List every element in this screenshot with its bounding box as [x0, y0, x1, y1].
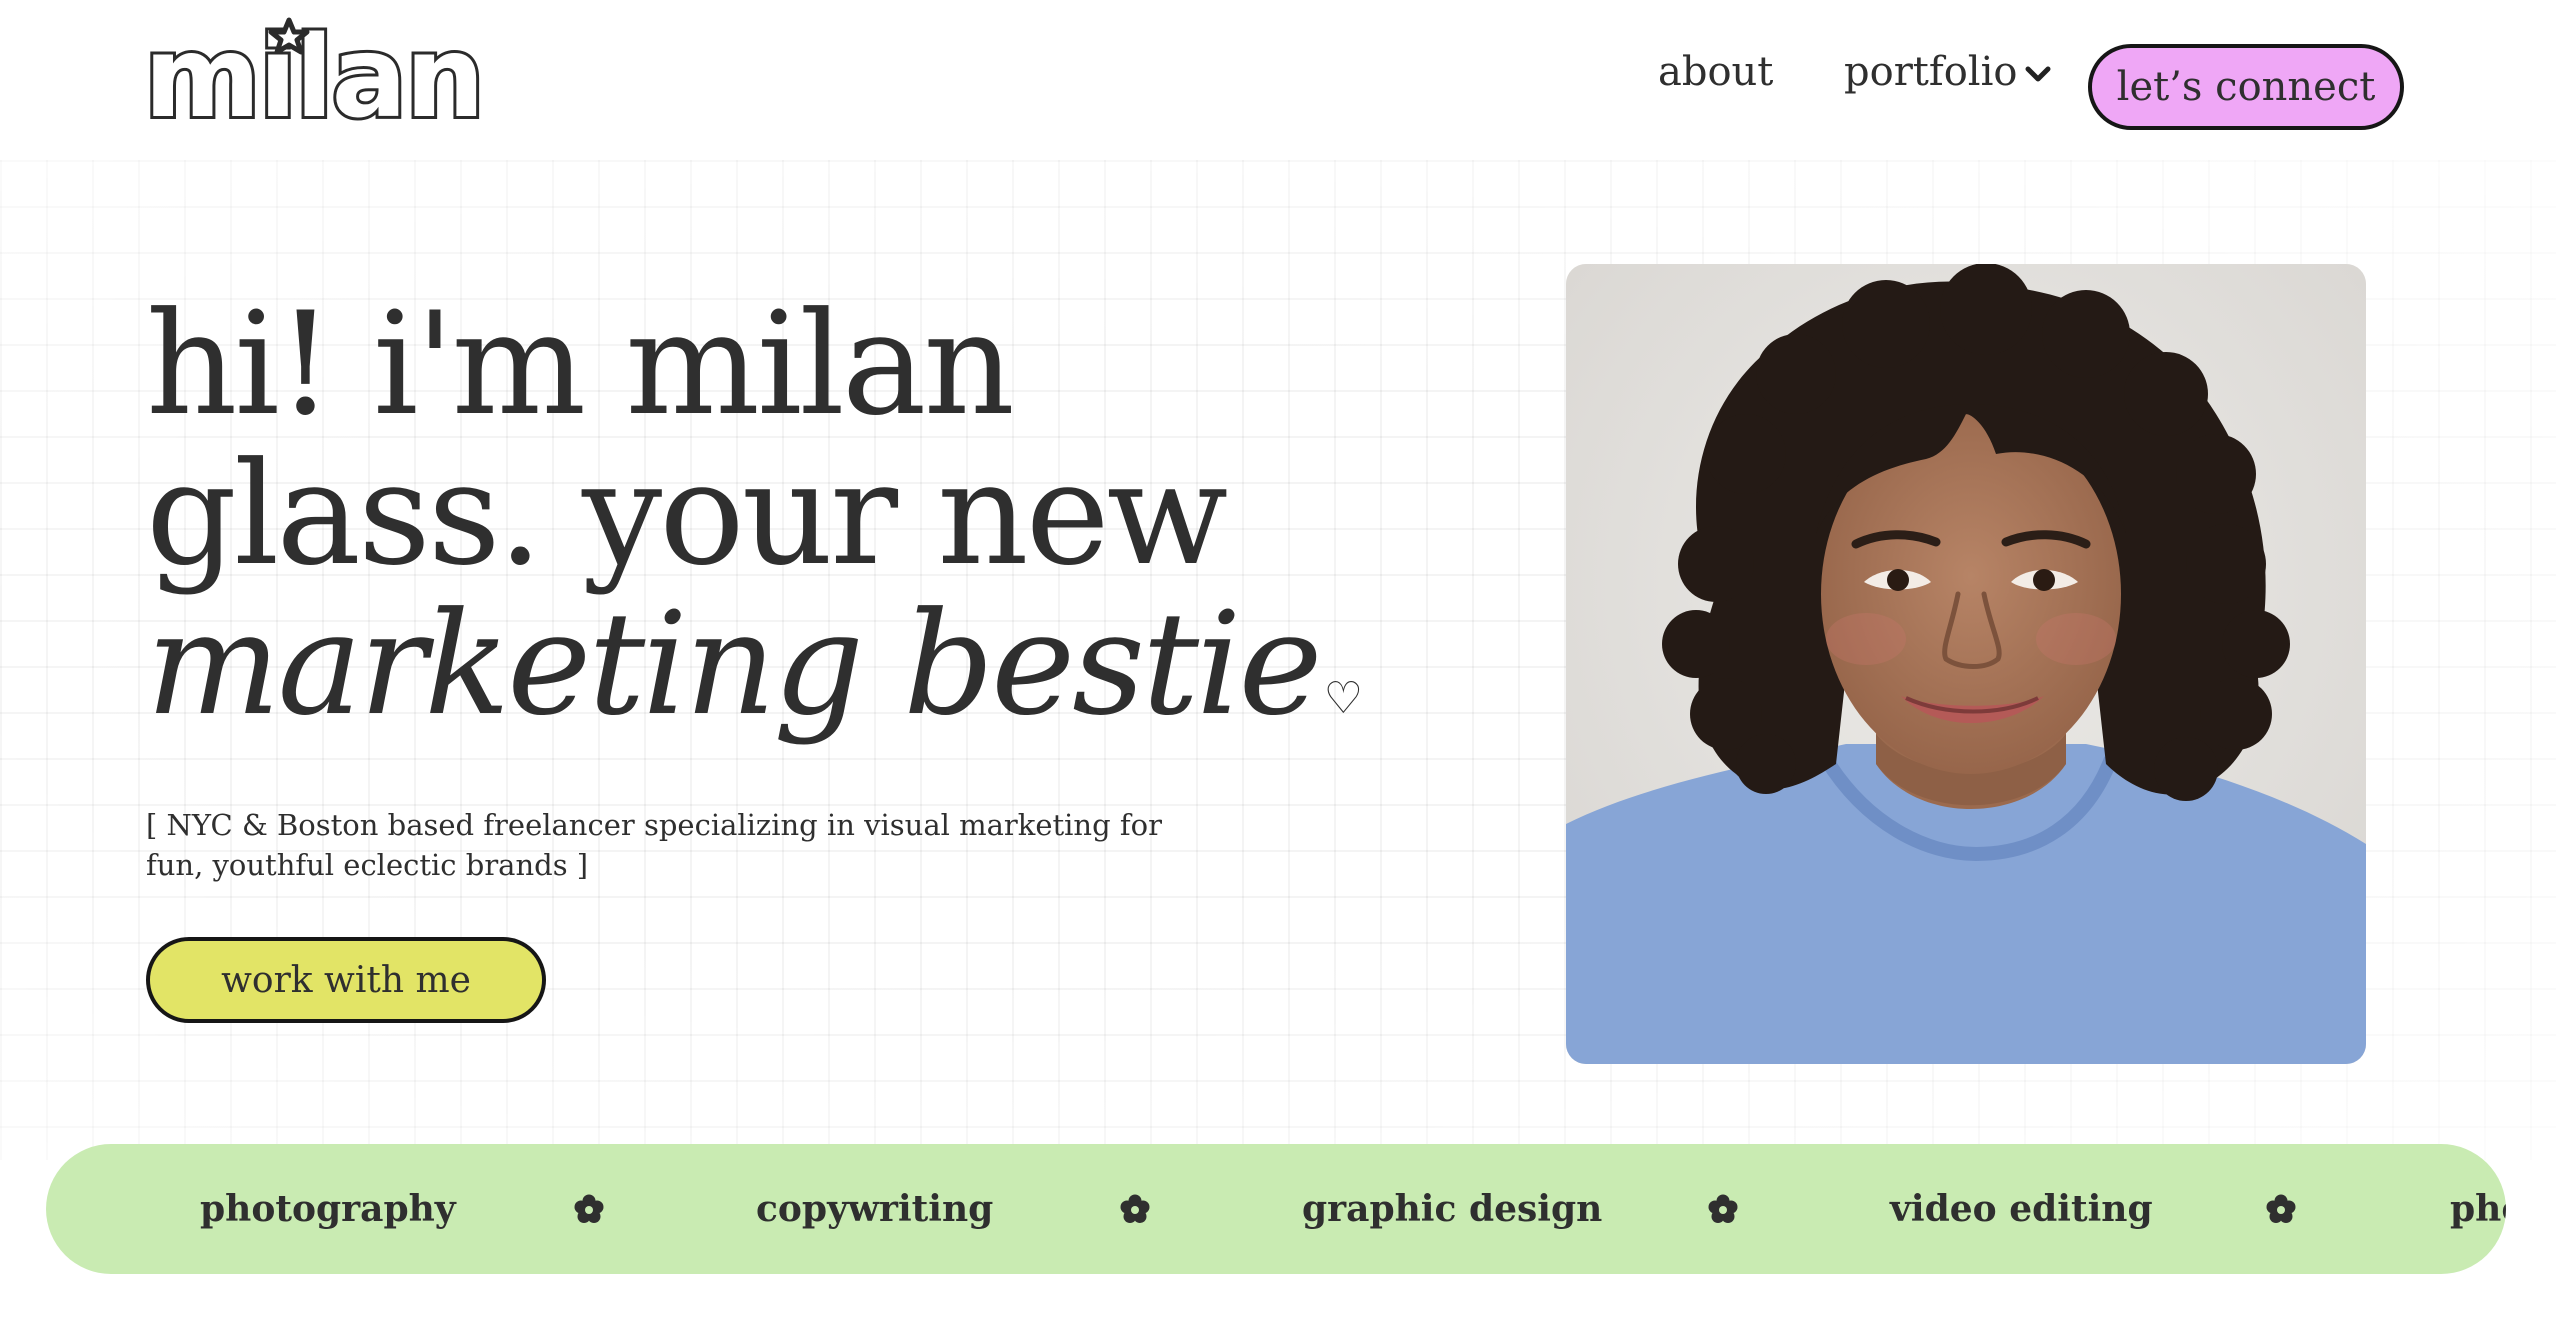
nav-portfolio-label: portfolio	[1844, 49, 2018, 95]
services-marquee: photography copywriting graphic design v…	[46, 1144, 2506, 1274]
milan-logo[interactable]: milan	[140, 10, 490, 146]
flower-icon	[2266, 1194, 2296, 1223]
flower-icon	[1120, 1194, 1150, 1223]
hero-headline-line-1: hi! i'm milan	[146, 282, 1015, 447]
flower-icon	[574, 1194, 604, 1223]
hero-headline-line-3: marketing bestie♡	[146, 590, 1363, 774]
service-copywriting: copywriting	[756, 1188, 994, 1230]
lets-connect-button[interactable]: let’s connect	[2088, 44, 2404, 130]
hero-subtitle: [ NYC & Boston based freelancer speciali…	[146, 808, 1162, 882]
nav-about-link[interactable]: about	[1658, 52, 1773, 92]
portrait-photo	[1566, 264, 2366, 1064]
work-with-me-button[interactable]: work with me	[146, 937, 546, 1023]
portrait-illustration	[1566, 264, 2366, 1064]
logo-icon: milan	[141, 10, 488, 146]
hero-headline: hi! i'm milan glass. your new marketing …	[146, 282, 1363, 774]
flower-icon	[1708, 1194, 1738, 1223]
service-graphic-design: graphic design	[1302, 1188, 1603, 1230]
service-photography-repeat: pho	[2450, 1188, 2506, 1230]
heart-icon: ♡	[1323, 673, 1364, 724]
site-header: milan about portfolio let’s connect	[0, 0, 2556, 160]
chevron-down-icon	[2025, 66, 2051, 82]
service-video-editing: video editing	[1890, 1188, 2153, 1230]
hero-headline-line-2: glass. your new	[146, 432, 1228, 597]
hero-headline-italic: marketing bestie	[146, 582, 1323, 747]
svg-text:milan: milan	[144, 13, 483, 130]
nav-portfolio-link[interactable]: portfolio	[1844, 52, 2053, 92]
service-photography: photography	[200, 1188, 456, 1230]
